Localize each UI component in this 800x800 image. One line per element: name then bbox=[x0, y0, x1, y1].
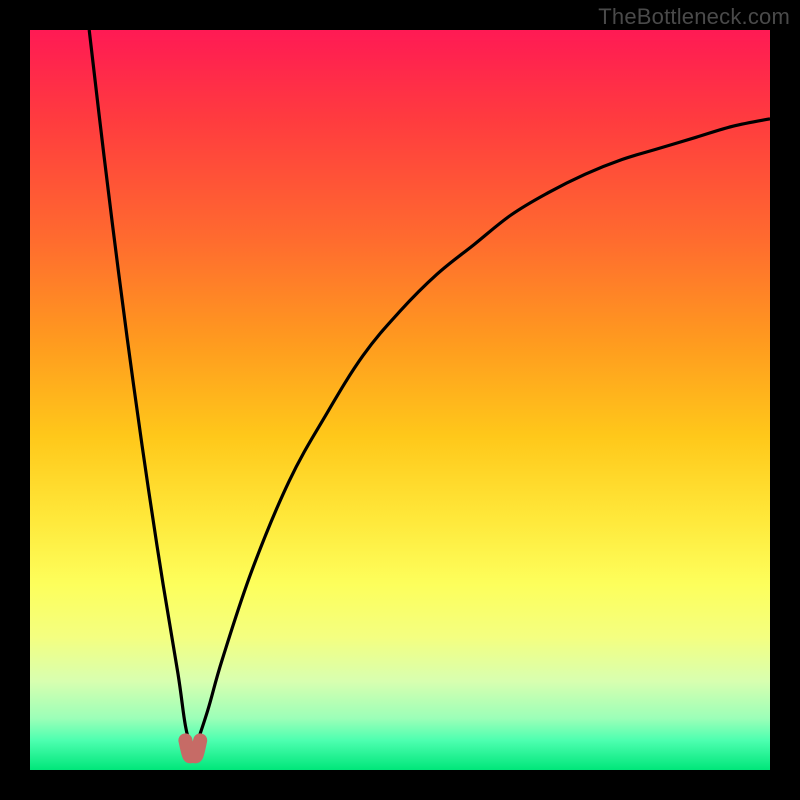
outer-frame: TheBottleneck.com bbox=[0, 0, 800, 800]
cusp-marker bbox=[185, 740, 200, 756]
curve-right-branch bbox=[193, 119, 770, 755]
curve-svg bbox=[30, 30, 770, 770]
watermark-text: TheBottleneck.com bbox=[598, 4, 790, 30]
bottleneck-plot bbox=[30, 30, 770, 770]
curve-left-branch bbox=[89, 30, 193, 755]
